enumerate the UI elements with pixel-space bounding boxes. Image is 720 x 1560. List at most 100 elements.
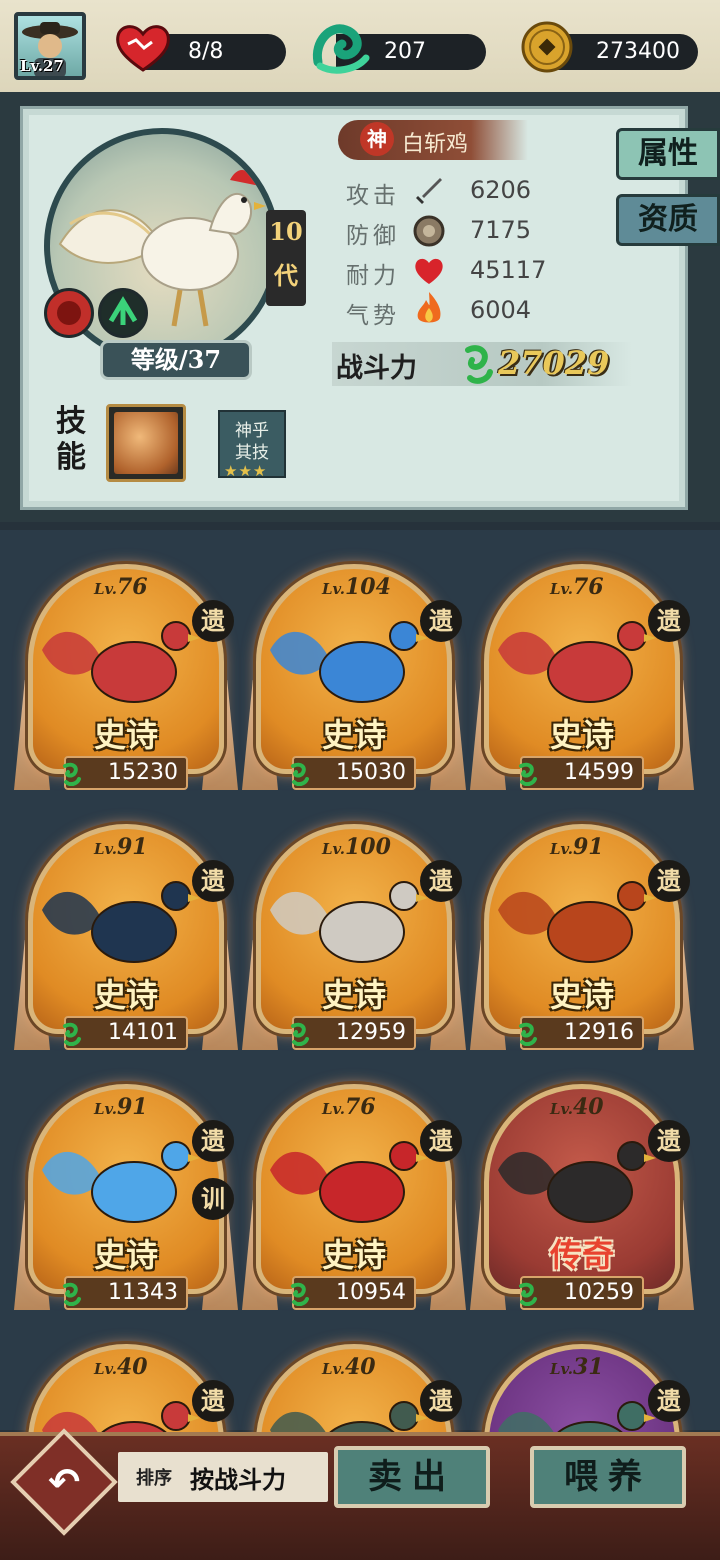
power-gem-icon [519,762,537,786]
chicken-body [547,1161,633,1223]
heart-icon [415,258,443,284]
sort-value: 按战斗力 [190,1465,286,1494]
shield-icon [413,215,445,247]
power-gem-shape [63,762,81,786]
power-gem-icon [519,1022,537,1046]
chicken-card[interactable]: Lv.91 遗训史诗 11343 [14,1080,238,1320]
card-power: 14101 [63,1016,188,1050]
chicken-head [617,621,647,651]
card-level: Lv.76 [550,574,604,600]
quality-badge: 神 [360,122,394,156]
chicken-body [91,641,177,703]
power-gem-icon [519,1282,537,1306]
green-trait-badge[interactable] [98,288,148,338]
card-level: Lv.104 [322,574,391,600]
chicken-illustration [270,1141,428,1223]
card-level-prefix: Lv. [94,1100,117,1118]
power-gem-icon [291,1022,309,1046]
card-level: Lv.91 [94,834,148,860]
player-avatar[interactable]: Lv.27 [14,12,86,80]
card-rarity: 史诗 [93,1236,158,1274]
red-trait-badge[interactable] [44,288,94,338]
power-gem-icon [291,1282,309,1306]
stat-value-momentum: 6004 [470,296,532,324]
chicken-card[interactable]: Lv.100 遗史诗 12959 [242,820,466,1060]
card-level-prefix: Lv. [94,840,117,858]
chicken-card[interactable]: Lv.91 遗史诗 12916 [470,820,694,1060]
card-power: 10954 [291,1276,416,1310]
card-level-value: 91 [116,834,148,860]
chicken-head [161,881,191,911]
chicken-head [389,1141,419,1171]
power-gem-shape [63,1022,81,1046]
power-gem-icon [291,762,309,786]
card-level-value: 76 [116,574,148,600]
generation-tag: 10代 [266,210,306,306]
sword-icon [416,178,442,204]
back-arrow-icon: ↶ [48,1460,80,1504]
card-level: Lv.31 [550,1354,604,1380]
chicken-illustration [498,621,656,703]
inherit-badge: 遗 [192,1120,234,1162]
stat-label-attack: 攻击 [346,183,400,209]
chicken-head [389,1401,419,1431]
inherit-badge: 遗 [192,860,234,902]
card-level: Lv.91 [550,834,604,860]
chicken-card[interactable]: Lv.76 遗史诗 15230 [14,560,238,800]
chicken-head [617,1401,647,1431]
chicken-card[interactable]: Lv.104 遗史诗 15030 [242,560,466,800]
card-power-value: 10954 [336,1280,406,1305]
card-power-value: 12916 [564,1020,634,1045]
skill-card-line2: 其技 [235,443,269,463]
chicken-illustration [42,621,200,703]
coin-icon [521,21,573,73]
card-level-value: 100 [344,834,391,860]
power-gem-icon [63,762,81,786]
card-rarity: 传奇 [549,1236,614,1274]
feed-button[interactable]: 喂养 [530,1446,686,1508]
skill-slot[interactable] [106,404,186,482]
card-power-value: 12959 [336,1020,406,1045]
chicken-card[interactable]: Lv.76 遗史诗 10954 [242,1080,466,1320]
jade-swirl-icon [312,24,370,74]
inherit-badge: 遗 [648,1120,690,1162]
tab-attributes[interactable]: 属性 [616,128,720,180]
chicken-name: 白斩鸡 [402,132,469,157]
card-rarity: 史诗 [321,976,386,1014]
coins-value: 273400 [596,39,680,64]
tab-aptitude[interactable]: 资质 [616,194,720,246]
power-gem-shape [291,762,309,786]
jade-value: 207 [384,39,426,64]
chicken-body [91,1161,177,1223]
card-level-prefix: Lv. [322,1360,345,1378]
trained-badge: 训 [192,1178,234,1220]
chicken-illustration [498,1141,656,1223]
power-label: 战斗力 [336,353,417,384]
chicken-head [617,881,647,911]
card-power-value: 10259 [564,1280,634,1305]
sort-label: 排序 [136,1468,172,1489]
card-power-value: 15230 [108,760,178,785]
inherit-badge: 遗 [192,1380,234,1422]
card-power: 10259 [519,1276,644,1310]
card-power-value: 14599 [564,760,634,785]
chicken-illustration [270,881,428,963]
card-level: Lv.76 [94,574,148,600]
chicken-head [617,1141,647,1171]
chicken-card[interactable]: Lv.91 遗史诗 14101 [14,820,238,1060]
chicken-body [547,641,633,703]
sell-button[interactable]: 卖出 [334,1446,490,1508]
skill-stars: ★★★ [224,462,268,480]
chicken-card[interactable]: Lv.40 遗传奇 10259 [470,1080,694,1320]
power-value: 27029 [498,344,610,382]
card-level-prefix: Lv. [550,580,573,598]
inherit-badge: 遗 [648,1380,690,1422]
card-level-value: 76 [344,1094,376,1120]
card-level-value: 76 [572,574,604,600]
fist-icon [57,301,81,325]
card-power-value: 15030 [336,760,406,785]
card-power-value: 11343 [108,1280,178,1305]
chicken-card[interactable]: Lv.76 遗史诗 14599 [470,560,694,800]
inherit-badge: 遗 [192,600,234,642]
power-gem-icon [63,1022,81,1046]
